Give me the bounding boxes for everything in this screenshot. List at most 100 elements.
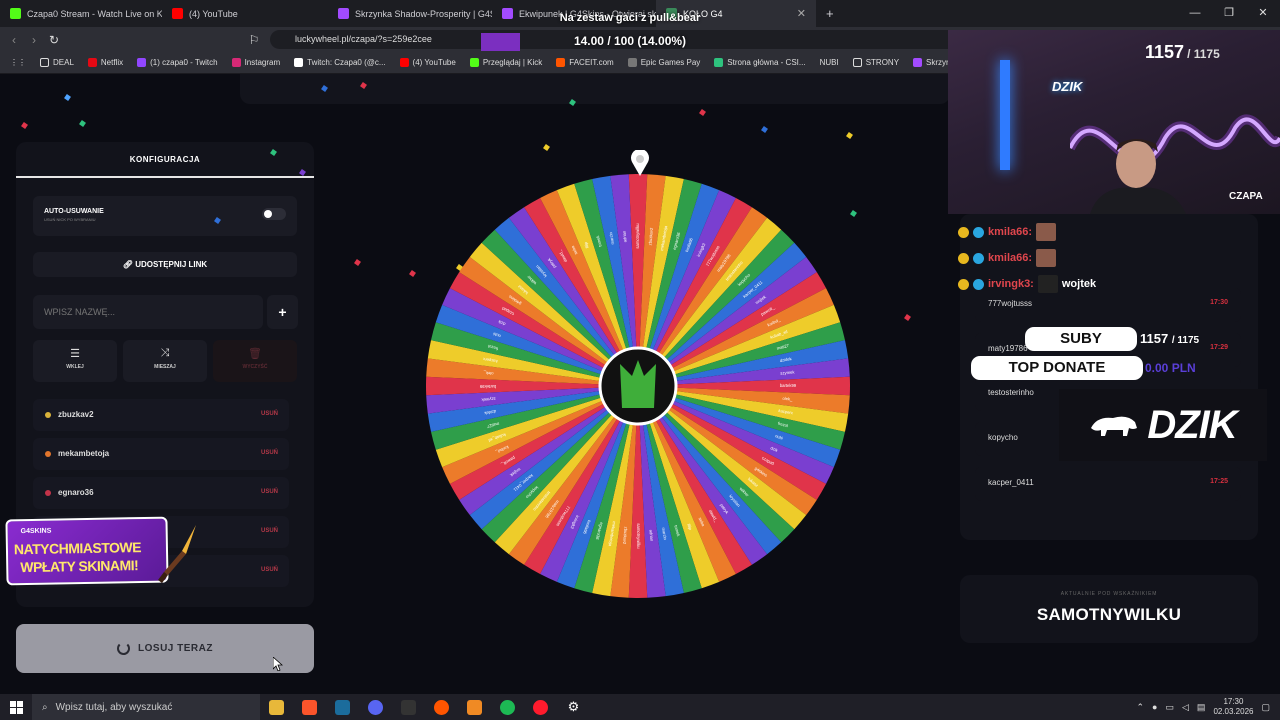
close-tab-icon[interactable]: ✕ — [797, 7, 806, 20]
paste-button[interactable]: ☰ WKLEJ — [33, 340, 117, 382]
dzik-brand-text: DZIK — [1147, 402, 1237, 447]
remove-entry-button[interactable]: USUŃ — [261, 567, 278, 573]
paste-label: WKLEJ — [66, 364, 84, 370]
restore-icon[interactable]: ❐ — [1212, 0, 1246, 27]
bookmark-item[interactable]: FACEIT.com — [556, 58, 614, 67]
pointer-value: SAMOTNYWILKU — [1036, 605, 1182, 624]
suby-goal: / 1175 — [1171, 335, 1200, 346]
apps-icon[interactable]: ⋮⋮ — [10, 58, 26, 67]
reload-icon[interactable]: ↻ — [44, 33, 64, 47]
close-window-icon[interactable]: ✕ — [1246, 0, 1280, 27]
bookmark-item[interactable]: (1) czapa0 - Twitch — [137, 58, 218, 67]
taskbar: ⌕ Wpisz tutaj, aby wyszukać ⚙ ⌃ ● ▭ ◁ ▤ … — [0, 694, 1280, 720]
bookmark-item[interactable]: Instagram — [231, 58, 280, 67]
share-link-button[interactable]: 🔗︎ UDOSTĘPNIJ LINK — [33, 252, 297, 277]
discord-icon[interactable] — [359, 694, 392, 720]
top-donate-value: 0.00 PLN — [1145, 361, 1196, 375]
kick-icon — [10, 8, 21, 19]
spin-now-label: LOSUJ TERAZ — [138, 643, 213, 654]
shuffle-icon: ⤨ — [160, 347, 170, 359]
config-header: KONFIGURACJA — [16, 142, 314, 178]
sub-count-current: 1157 — [1145, 42, 1185, 62]
g4skins-icon — [338, 8, 349, 19]
add-name-button[interactable]: + — [267, 295, 298, 329]
wheel-segment-label: adrian — [648, 529, 654, 542]
mic-icon[interactable]: ● — [1152, 702, 1157, 712]
tab-youtube[interactable]: (4) YouTube — [162, 0, 328, 27]
back-icon[interactable]: ‹ — [4, 33, 24, 47]
chat-username: kmila66: — [988, 252, 1033, 264]
entry-row: mekambetoja USUŃ — [33, 438, 289, 470]
prize-wheel[interactable]: samotnywilku zbuzkav2 mekambetoja egnaro36 k… — [425, 173, 851, 599]
dzik-logo-small: DZIK — [1052, 79, 1083, 94]
entry-name: mekambetoja — [58, 449, 110, 458]
clock[interactable]: 17:30 02.03.2026 — [1213, 697, 1253, 717]
share-link-label: UDOSTĘPNIJ LINK — [135, 260, 208, 269]
tab-g4skins-case[interactable]: Skrzynka Shadow-Prosperity | G4Skin — [328, 0, 492, 27]
remove-entry-button[interactable]: USUŃ — [261, 528, 278, 534]
badge-icon — [973, 226, 984, 238]
wheel-segment-label: samotnywilku — [635, 223, 640, 249]
winner-name: 777wojtusss — [988, 299, 1033, 308]
bookmark-item[interactable]: DEAL — [40, 58, 74, 67]
auto-remove-toggle[interactable] — [262, 208, 286, 220]
brave-icon[interactable] — [293, 694, 326, 720]
clear-label: WYCZYŚĆ — [242, 364, 268, 370]
spotify-icon[interactable] — [491, 694, 524, 720]
wheel-segment-label: bartek99 — [479, 384, 496, 389]
search-placeholder: Wpisz tutaj, aby wyszukać — [55, 701, 173, 713]
name-input[interactable] — [33, 295, 263, 329]
shuffle-button[interactable]: ⤨ MIESZAJ — [123, 340, 207, 382]
file-explorer-icon[interactable] — [260, 694, 293, 720]
windows-start-icon[interactable] — [0, 694, 32, 720]
bookmark-item[interactable]: NUBI — [820, 58, 839, 67]
bookmark-item[interactable]: Netflix — [87, 58, 123, 67]
top-strip — [240, 74, 950, 104]
wheel-segment-label: adrian — [621, 230, 627, 243]
streamer-figure — [1090, 139, 1186, 214]
badge-icon — [958, 226, 969, 238]
system-tray: ⌃ ● ▭ ◁ ▤ 17:30 02.03.2026 ▢ — [1137, 694, 1280, 720]
epic-icon[interactable] — [392, 694, 425, 720]
spin-now-button[interactable]: LOSUJ TERAZ — [16, 624, 314, 673]
chat-message: kmila66: — [958, 222, 1057, 242]
knife-icon — [158, 525, 196, 583]
remove-entry-button[interactable]: USUŃ — [261, 450, 278, 456]
remove-entry-button[interactable]: USUŃ — [261, 411, 278, 417]
tab-kick-stream[interactable]: Czapa0 Stream - Watch Live on Kick — [0, 0, 162, 27]
chevron-up-icon[interactable]: ⌃ — [1137, 702, 1145, 713]
bookmark-item[interactable]: Strona główna - CSI... — [714, 58, 806, 67]
url-text: luckywheel.pl/czapa/?s=259e2cee — [295, 34, 432, 44]
top-donate-label: TOP DONATE — [971, 356, 1143, 380]
clear-button[interactable]: 🗑︎ WYCZYŚĆ — [213, 340, 297, 382]
taskbar-search[interactable]: ⌕ Wpisz tutaj, aby wyszukać — [32, 694, 260, 720]
steam-icon[interactable] — [326, 694, 359, 720]
network-icon[interactable]: ▭ — [1165, 702, 1174, 713]
bookmark-item[interactable]: Twitch: Czapa0 (@c... — [294, 58, 386, 67]
opera-icon[interactable] — [524, 694, 557, 720]
entry-color-dot — [45, 490, 51, 496]
volume-icon[interactable]: ◁ — [1182, 702, 1189, 713]
settings-icon[interactable]: ⚙ — [557, 694, 590, 720]
entry-color-dot — [45, 412, 51, 418]
app-icon[interactable] — [458, 694, 491, 720]
new-tab-button[interactable]: + — [816, 0, 846, 27]
bookmark-icon[interactable]: ⚐ — [244, 33, 264, 47]
faceit-icon[interactable] — [425, 694, 458, 720]
suby-value: 1157 / 1175 — [1140, 331, 1199, 346]
clock-date: 02.03.2026 — [1213, 707, 1254, 716]
mouse-cursor-icon — [273, 657, 283, 671]
forward-icon[interactable]: › — [24, 33, 44, 47]
led-light — [1000, 60, 1010, 170]
donation-goal: Na zestaw gaci z pull&bear 14.00 / 100 (… — [470, 12, 790, 48]
bookmark-folder[interactable]: STRONY — [852, 58, 899, 67]
language-icon[interactable]: ▤ — [1197, 702, 1206, 713]
wheel-pointer-icon — [631, 150, 649, 176]
bookmark-item[interactable]: (4) YouTube — [399, 58, 456, 67]
remove-entry-button[interactable]: USUŃ — [261, 489, 278, 495]
bookmark-item[interactable]: Przeglądaj | Kick — [469, 58, 542, 67]
bookmark-item[interactable]: Epic Games Pay — [627, 58, 700, 67]
minimize-icon[interactable]: — — [1178, 0, 1212, 27]
tab-title: Czapa0 Stream - Watch Live on Kick — [27, 8, 162, 19]
notifications-icon[interactable]: ▢ — [1261, 702, 1270, 713]
